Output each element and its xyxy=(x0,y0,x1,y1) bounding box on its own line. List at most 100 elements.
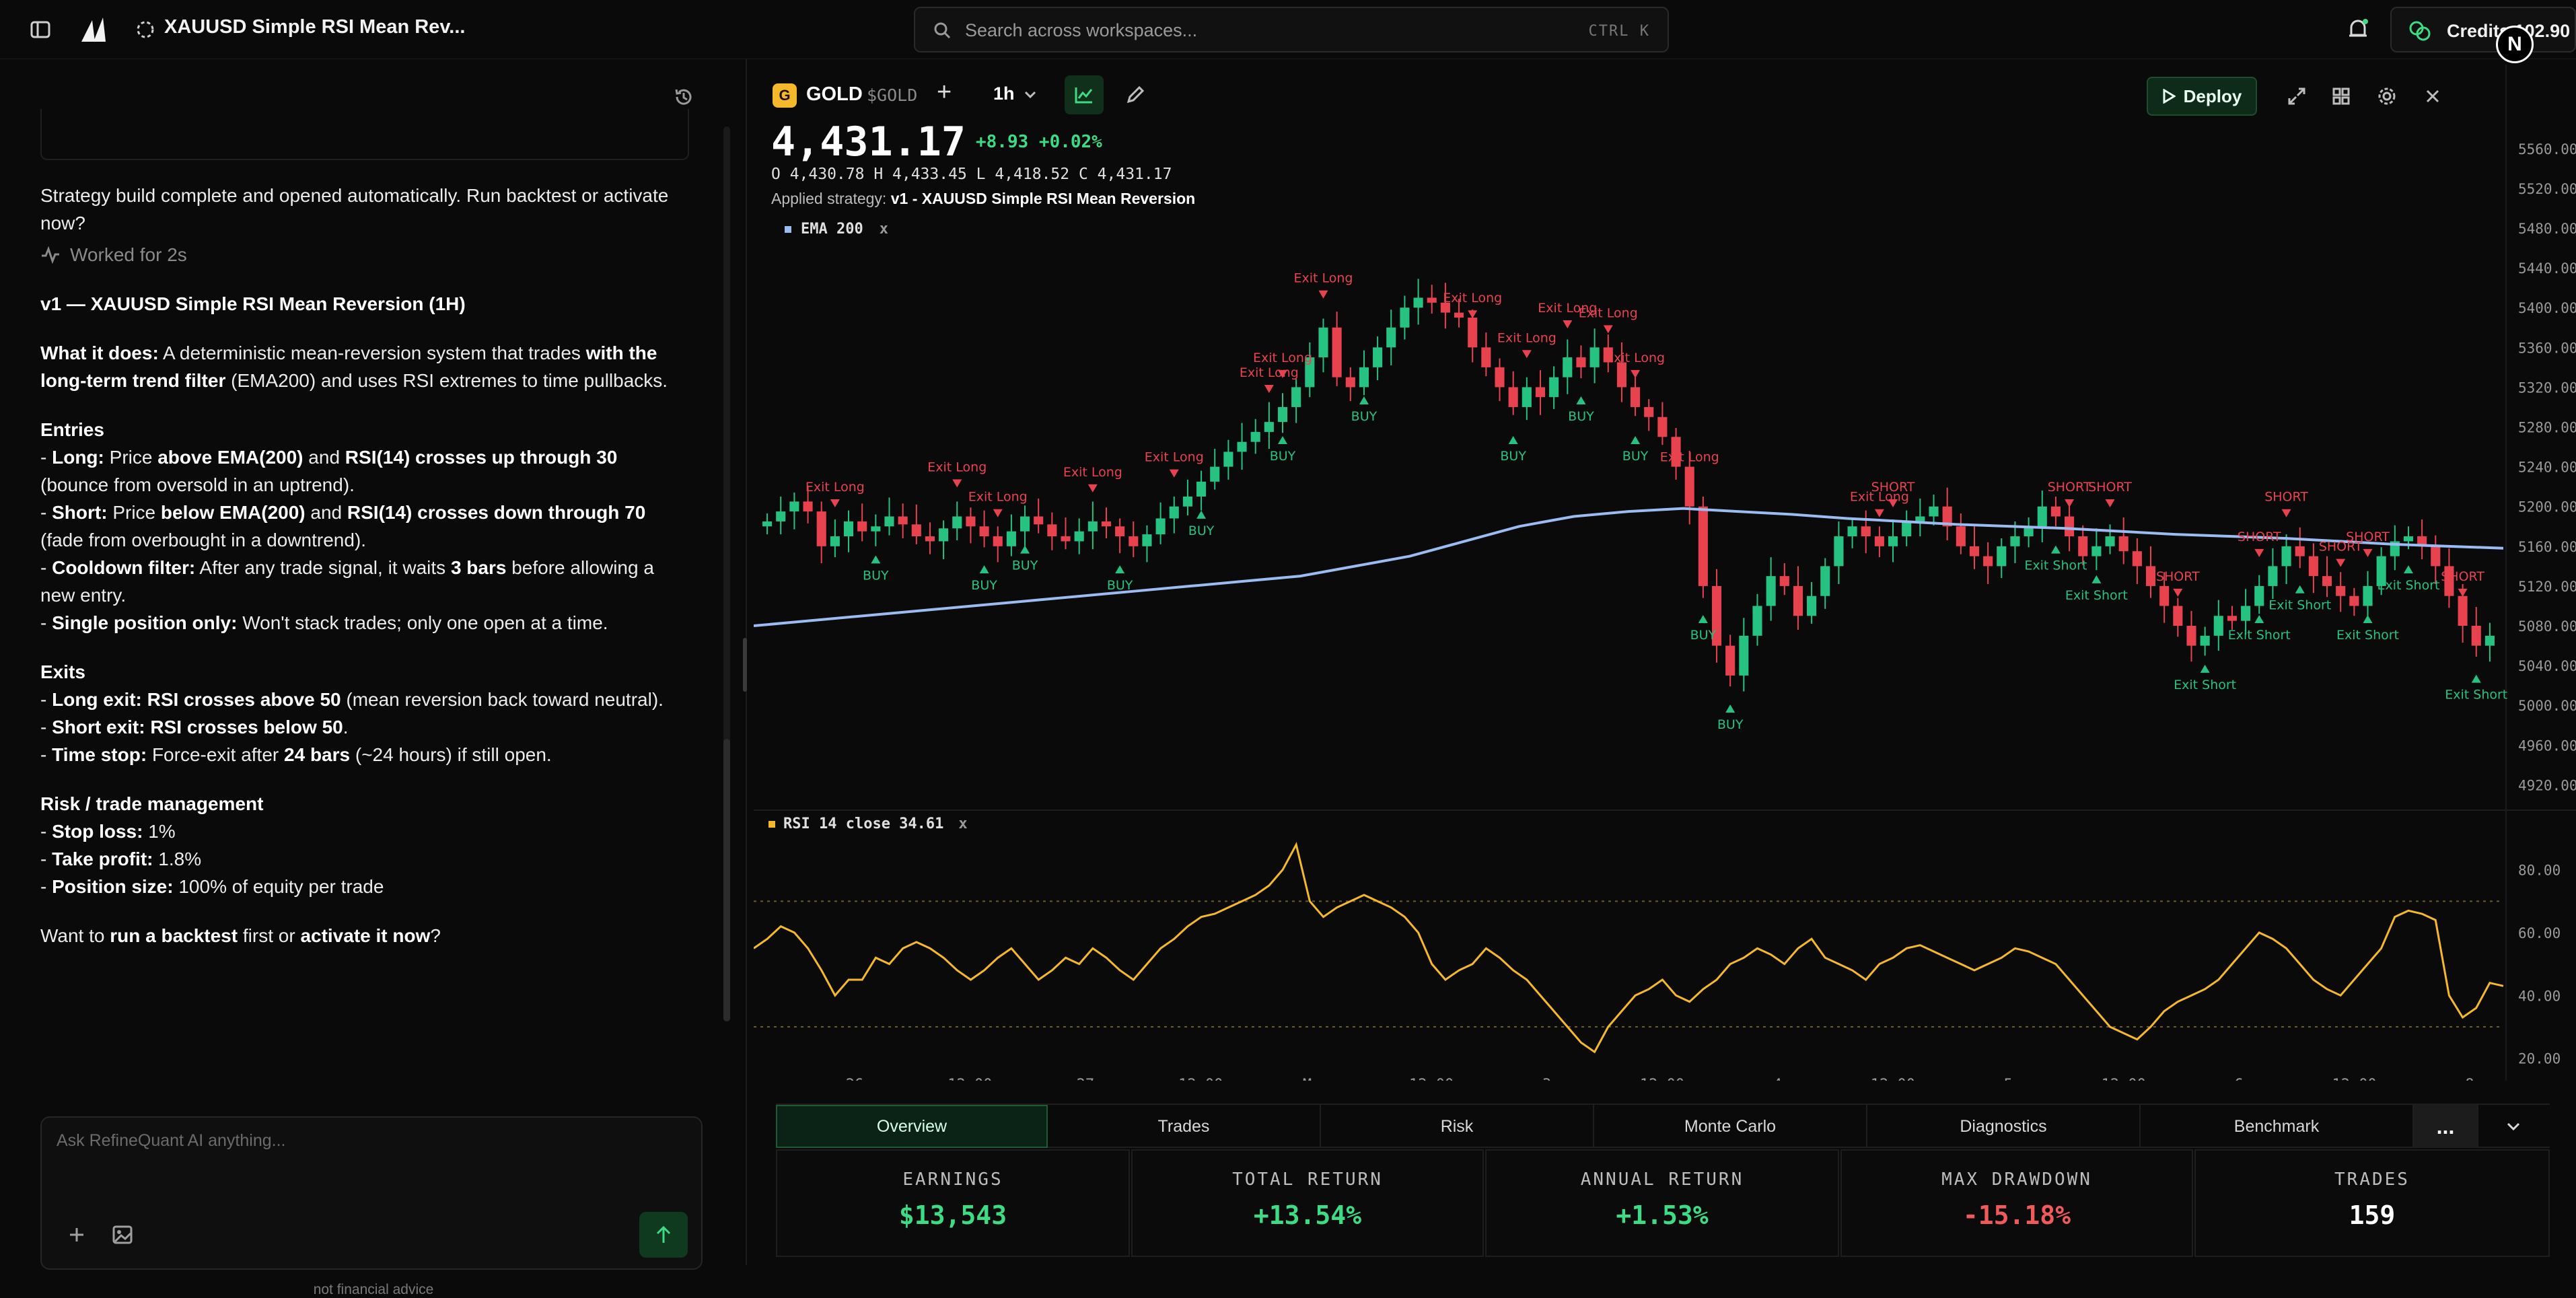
image-upload-icon[interactable] xyxy=(108,1220,137,1250)
price-axis-tick: 5040.00 xyxy=(2518,658,2576,674)
signal-label: SHORT xyxy=(2346,530,2390,544)
candle-body xyxy=(1644,406,1654,417)
signal-label: Exit Short xyxy=(2065,588,2128,603)
search-bar[interactable]: Search across workspaces... CTRL K xyxy=(914,7,1669,52)
candle-body xyxy=(1535,387,1546,398)
previous-message-card xyxy=(40,109,689,160)
collapse-panel-button[interactable] xyxy=(2478,1105,2548,1148)
candle-body xyxy=(1563,357,1573,377)
tab-risk[interactable]: Risk xyxy=(1321,1105,1594,1148)
credits-button[interactable]: Credits 102.90 xyxy=(2390,7,2576,52)
entries-heading: Entries xyxy=(40,419,104,440)
worked-for: Worked for 2s xyxy=(40,241,686,268)
candle-body xyxy=(1861,526,1871,537)
history-icon[interactable] xyxy=(670,83,697,110)
chevron-down-icon xyxy=(2507,1122,2520,1131)
candle-body xyxy=(1400,308,1410,328)
signal-label: BUY xyxy=(1012,558,1038,573)
rsi-remove-button[interactable]: x xyxy=(958,816,967,832)
chat-scrollbar-thumb[interactable] xyxy=(723,739,730,1021)
time-axis-tick: 27 xyxy=(1077,1077,1095,1081)
candle-body xyxy=(966,516,976,527)
brand-logo-icon[interactable] xyxy=(79,15,110,44)
price-axis-tick: 5160.00 xyxy=(2518,539,2576,555)
top-bar: XAUUSD Simple RSI Mean Rev... Search acr… xyxy=(0,0,2576,63)
take-profit: - Take profit: 1.8% xyxy=(40,849,202,869)
results-tabs: Overview Trades Risk Monte Carlo Diagnos… xyxy=(776,1104,2550,1148)
document-title[interactable]: XAUUSD Simple RSI Mean Rev... xyxy=(164,16,465,38)
candle-body xyxy=(871,526,881,532)
resize-handle[interactable] xyxy=(743,638,747,692)
sidebar-toggle-icon[interactable] xyxy=(27,17,54,42)
signal-label: BUY xyxy=(971,578,997,593)
candle-body xyxy=(1834,536,1844,567)
user-avatar[interactable]: N xyxy=(2496,26,2534,63)
candle-body xyxy=(1657,417,1668,437)
position-size: - Position size: 100% of equity per trad… xyxy=(40,876,384,897)
candle-body xyxy=(776,511,786,521)
candle-body xyxy=(803,501,813,512)
candle-body xyxy=(1766,576,1776,606)
signal-label: Exit Long xyxy=(968,490,1028,505)
risk-heading: Risk / trade management xyxy=(40,793,264,814)
tab-monte-carlo[interactable]: Monte Carlo xyxy=(1594,1105,1867,1148)
candle-body xyxy=(1725,645,1736,676)
price-axis-tick: 5240.00 xyxy=(2518,460,2576,476)
candle-body xyxy=(1019,516,1030,532)
price-chart[interactable]: 5560.005520.005480.005440.005400.005360.… xyxy=(754,65,2576,1081)
send-button[interactable] xyxy=(639,1212,688,1258)
signal-arrow xyxy=(2363,615,2373,624)
candle-body xyxy=(1142,534,1152,546)
candle-body xyxy=(1359,367,1369,388)
signal-label: BUY xyxy=(1270,449,1296,464)
time-axis-tick: 12:00 xyxy=(1409,1077,1454,1081)
price-axis-tick: 5200.00 xyxy=(2518,499,2576,515)
notifications-bell-icon[interactable] xyxy=(2343,15,2373,44)
chat-composer[interactable]: Ask RefineQuant AI anything... xyxy=(40,1116,703,1270)
candle-body xyxy=(2132,551,2142,567)
time-axis-tick: 12:00 xyxy=(2102,1077,2146,1081)
signal-label: Exit Long xyxy=(1606,351,1665,365)
candle-body xyxy=(1155,518,1166,535)
cooldown-filter: - Cooldown filter: After any trade signa… xyxy=(40,557,654,606)
candle-body xyxy=(1997,546,2007,567)
candle-body xyxy=(1318,327,1328,358)
signal-arrow xyxy=(1522,350,1532,359)
signal-label: SHORT xyxy=(2441,569,2484,584)
signal-arrow xyxy=(1115,565,1125,574)
signal-arrow xyxy=(830,499,840,507)
tabs-more-button[interactable]: ... xyxy=(2414,1105,2478,1148)
signal-arrow xyxy=(1874,509,1884,517)
candle-body xyxy=(898,516,908,525)
stat-annual-return: ANNUAL RETURN +1.53% xyxy=(1485,1149,1839,1257)
coins-icon xyxy=(2406,19,2433,43)
stat-value: -15.18% xyxy=(1962,1200,2071,1230)
price-axis-tick: 5280.00 xyxy=(2518,420,2576,436)
tab-diagnostics[interactable]: Diagnostics xyxy=(1867,1105,2141,1148)
candle-body xyxy=(1332,327,1342,377)
exit-long: - Long exit: RSI crosses above 50 (mean … xyxy=(40,689,664,710)
candle-body xyxy=(1210,466,1220,482)
signal-label: BUY xyxy=(863,568,889,583)
add-attachment-icon[interactable] xyxy=(62,1220,92,1250)
candle-body xyxy=(1902,521,1912,537)
signal-arrow xyxy=(2403,565,2413,574)
candle-body xyxy=(830,536,840,546)
search-input[interactable]: Search across workspaces... xyxy=(965,20,1197,41)
time-axis-tick: 4 xyxy=(1773,1077,1782,1081)
signal-label: Exit Short xyxy=(2336,628,2399,643)
stat-max-drawdown: MAX DRAWDOWN -15.18% xyxy=(1840,1149,2193,1257)
tab-overview[interactable]: Overview xyxy=(776,1105,1048,1148)
rsi-axis-tick: 20.00 xyxy=(2518,1051,2561,1067)
candle-body xyxy=(1291,387,1301,407)
signal-label: SHORT xyxy=(2048,480,2091,495)
signal-arrow xyxy=(1087,484,1098,493)
signal-label: SHORT xyxy=(2238,530,2281,544)
candle-body xyxy=(952,516,962,529)
candle-body xyxy=(2458,596,2468,626)
chat-input[interactable]: Ask RefineQuant AI anything... xyxy=(57,1131,285,1151)
candle-body xyxy=(2078,536,2088,556)
rsi-legend[interactable]: RSI 14 close 34.61 x xyxy=(768,816,968,832)
tab-benchmark[interactable]: Benchmark xyxy=(2141,1105,2414,1148)
tab-trades[interactable]: Trades xyxy=(1048,1105,1321,1148)
